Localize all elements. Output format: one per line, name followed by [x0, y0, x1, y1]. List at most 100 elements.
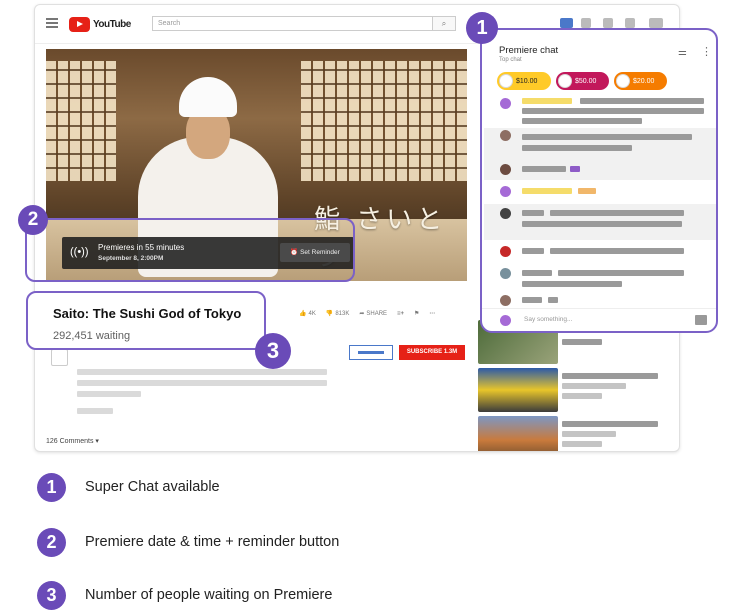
chat-message: [484, 128, 716, 160]
chat-avatar: [500, 295, 511, 306]
chat-text: [522, 134, 692, 140]
related-video-thumbnail[interactable]: [478, 416, 558, 451]
chat-text: [550, 210, 684, 216]
chat-avatar: [500, 186, 511, 197]
chat-text: [580, 98, 704, 104]
dislike-count: 813K: [335, 310, 350, 317]
chat-message: [484, 242, 716, 262]
related-video-thumbnail[interactable]: [478, 368, 558, 412]
apps-icon[interactable]: [581, 18, 591, 28]
channel-avatar[interactable]: [51, 349, 68, 366]
chat-avatar: [500, 208, 511, 219]
callout-badge-1: 1: [466, 12, 498, 44]
chat-title: Premiere chat: [499, 45, 559, 56]
chat-text: [522, 221, 682, 227]
chat-input[interactable]: Say something...: [524, 316, 572, 323]
share-icon: ➦: [359, 311, 365, 317]
report-button[interactable]: ⚑: [414, 310, 419, 317]
chat-filter-icon[interactable]: ⚌: [678, 47, 687, 58]
chat-author: [522, 98, 572, 104]
legend-badge-2: 2: [37, 528, 66, 557]
description-line: [77, 380, 327, 386]
chat-avatar: [500, 98, 511, 109]
video-actions: 👍 4K 👎 813K ➦ SHARE ≡+ ⚑ ···: [299, 310, 435, 318]
legend-badge-3: 3: [37, 581, 66, 610]
chat-input-row: Say something...: [482, 308, 716, 331]
thumbs-up-icon: 👍: [299, 311, 307, 317]
chat-message: [484, 182, 716, 202]
dislike-button[interactable]: 👎 813K: [325, 310, 350, 318]
bell-icon[interactable]: [625, 18, 635, 28]
search-icon[interactable]: ⌕: [432, 16, 456, 31]
video-chef-hat: [179, 77, 237, 117]
menu-icon[interactable]: [46, 18, 58, 28]
logo-text: YouTube: [93, 18, 131, 30]
send-icon[interactable]: [695, 315, 707, 325]
youtube-logo[interactable]: YouTube: [69, 16, 131, 32]
chat-text: [548, 297, 558, 303]
chat-text: [522, 166, 566, 172]
related-video-title: [562, 373, 658, 379]
save-button[interactable]: ≡+: [397, 310, 404, 317]
grid-icon[interactable]: [603, 18, 613, 28]
more-button[interactable]: ···: [429, 310, 435, 317]
avatar[interactable]: [649, 18, 663, 28]
legend-badge-1: 1: [37, 473, 66, 502]
related-video-meta: [562, 441, 602, 447]
legend-text-3: Number of people waiting on Premiere: [85, 587, 333, 603]
subscribe-button[interactable]: SUBSCRIBE 1.3M: [399, 345, 465, 360]
super-chat-avatar: [616, 74, 630, 88]
join-button[interactable]: [349, 345, 393, 360]
super-chat-amount: $20.00: [633, 77, 655, 85]
comments-count[interactable]: 126 Comments ▾: [46, 437, 99, 445]
flag-icon: ⚑: [414, 311, 420, 317]
thumbs-down-icon: 👎: [325, 311, 334, 317]
super-chat-avatar: [499, 74, 513, 88]
upload-icon[interactable]: [560, 18, 573, 28]
callout-badge-3: 3: [255, 333, 291, 369]
super-chat-pill[interactable]: $10.00: [497, 72, 551, 90]
user-avatar: [500, 315, 511, 326]
video-background: [46, 61, 116, 181]
video-background: [301, 61, 467, 181]
youtube-play-icon: [69, 16, 90, 32]
like-count: 4K: [308, 310, 316, 317]
super-chat-pill[interactable]: $50.00: [556, 72, 609, 90]
chat-author: [522, 210, 544, 216]
chat-message: [484, 204, 716, 240]
related-video-title: [562, 339, 602, 345]
description-line: [77, 369, 327, 375]
super-chat-amount: $50.00: [575, 77, 597, 85]
description-line: [77, 391, 141, 397]
more-icon: ···: [429, 310, 436, 317]
chat-text: [522, 281, 622, 287]
super-chat-pill[interactable]: $20.00: [614, 72, 667, 90]
chat-message: [484, 264, 716, 292]
video-title: Saito: The Sushi God of Tokyo: [53, 306, 242, 321]
chat-mode[interactable]: Top chat: [499, 57, 522, 63]
related-video-meta: [562, 431, 616, 437]
chat-emoji: [570, 166, 580, 172]
chat-text: [522, 108, 704, 114]
chat-emoji: [578, 188, 596, 194]
description-line: [77, 408, 113, 414]
legend-text-1: Super Chat available: [85, 479, 220, 495]
super-chat-avatar: [558, 74, 572, 88]
waiting-count: 292,451 waiting: [53, 330, 131, 342]
callout-box-title: Saito: The Sushi God of Tokyo 292,451 wa…: [26, 291, 266, 350]
chat-text: [558, 270, 684, 276]
comments-count-label: 126 Comments: [46, 438, 94, 445]
callout-box-premiere: [25, 218, 355, 282]
share-button[interactable]: ➦ SHARE: [359, 310, 387, 318]
chat-avatar: [500, 164, 511, 175]
chat-more-icon[interactable]: ⋮: [701, 45, 712, 58]
like-button[interactable]: 👍 4K: [299, 310, 316, 318]
super-chat-amount: $10.00: [516, 77, 538, 85]
callout-badge-2: 2: [18, 205, 48, 235]
search-input[interactable]: Search: [152, 16, 452, 31]
chat-message: [484, 94, 716, 128]
sort-chevron-icon: ▾: [95, 438, 99, 445]
chat-author: [522, 297, 542, 303]
related-video-meta: [562, 393, 602, 399]
premiere-chat-panel: Premiere chat Top chat ⚌ ⋮ $10.00 $50.00…: [480, 28, 718, 333]
